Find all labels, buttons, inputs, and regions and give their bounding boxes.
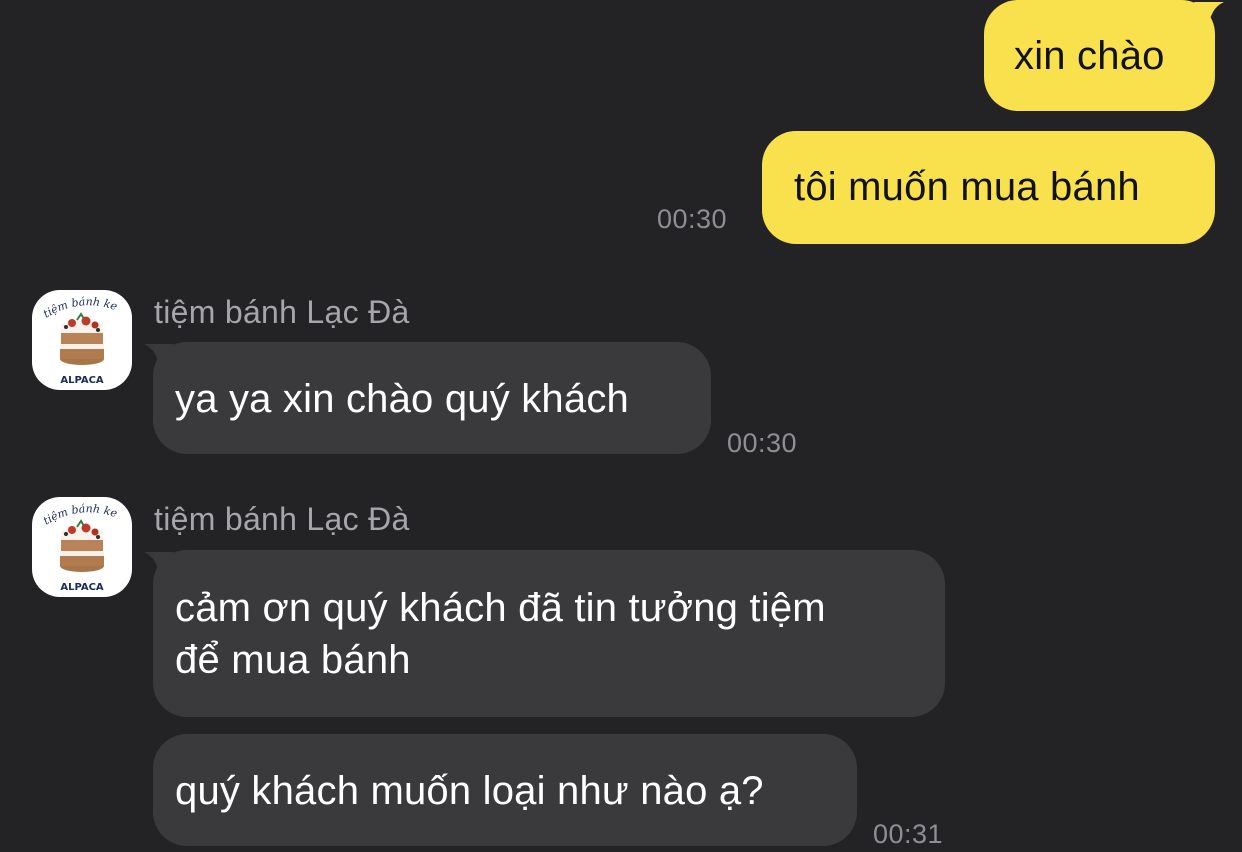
sender-name: tiệm bánh Lạc Đà xyxy=(154,501,410,537)
message-timestamp: 00:30 xyxy=(657,204,728,234)
outgoing-message-bubble[interactable]: xin chào xyxy=(984,0,1215,111)
svg-text:tiệm bánh kem: tiệm bánh kem xyxy=(32,290,119,321)
sender-name: tiệm bánh Lạc Đà xyxy=(154,294,410,330)
incoming-message-bubble[interactable]: ya ya xin chào quý khách xyxy=(153,342,711,454)
incoming-message-bubble[interactable]: cảm ơn quý khách đã tin tưởng tiệm để mu… xyxy=(153,550,945,717)
message-text: tôi muốn mua bánh xyxy=(794,165,1140,209)
cake-icon: tiệm bánh kem ALPACA xyxy=(32,497,119,593)
avatar-top-text: tiệm bánh kem xyxy=(32,497,119,528)
bubble-tail xyxy=(1194,2,1224,30)
svg-text:tiệm bánh kem: tiệm bánh kem xyxy=(32,497,119,528)
avatar-bottom-text: ALPACA xyxy=(60,375,104,386)
message-text: ya ya xin chào quý khách xyxy=(175,377,629,421)
message-timestamp: 00:31 xyxy=(873,819,944,849)
message-text: xin chào xyxy=(1014,34,1165,78)
message-text: quý khách muốn loại như nào ạ? xyxy=(175,769,764,813)
cake-icon: tiệm bánh kem ALPACA xyxy=(32,290,119,386)
message-text: cảm ơn quý khách đã tin tưởng tiệm để mu… xyxy=(175,586,826,682)
message-timestamp: 00:30 xyxy=(727,428,798,458)
avatar-bottom-text: ALPACA xyxy=(60,582,104,593)
chat-thread[interactable]: xin chào tôi muốn mua bánh 00:30 tiệm bá… xyxy=(0,0,1242,852)
outgoing-message-bubble[interactable]: tôi muốn mua bánh xyxy=(762,131,1215,244)
avatar-top-text: tiệm bánh kem xyxy=(32,290,119,321)
sender-avatar[interactable]: tiệm bánh kem ALPACA xyxy=(32,497,132,597)
sender-avatar[interactable]: tiệm bánh kem ALPACA xyxy=(32,290,132,390)
incoming-message-bubble[interactable]: quý khách muốn loại như nào ạ? xyxy=(153,734,857,846)
